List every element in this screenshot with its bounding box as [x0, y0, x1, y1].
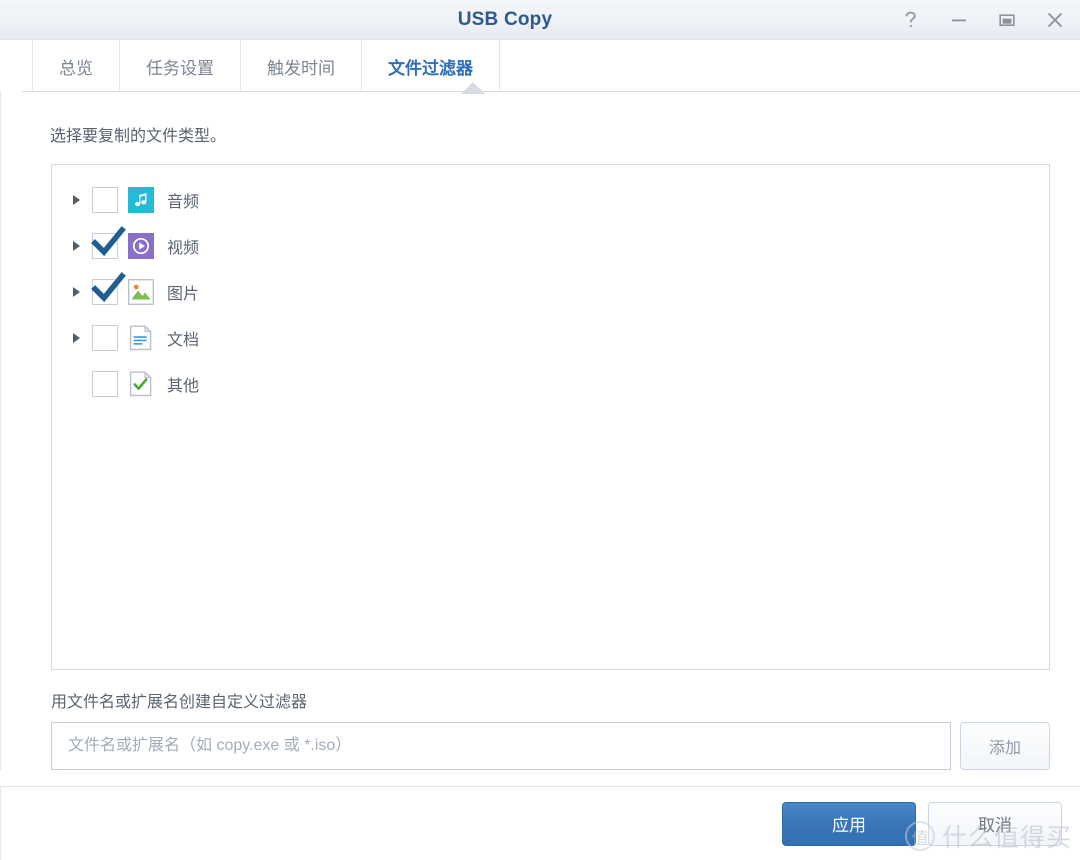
- file-type-row-image[interactable]: 图片: [52, 269, 1049, 315]
- window-controls: [900, 0, 1066, 40]
- close-icon[interactable]: [1044, 9, 1066, 31]
- audio-icon: [128, 187, 154, 213]
- file-type-label-video: 视频: [167, 240, 200, 257]
- custom-filter-label: 用文件名或扩展名创建自定义过滤器: [51, 694, 308, 711]
- apply-button[interactable]: 应用: [782, 801, 916, 846]
- minimize-icon[interactable]: [948, 9, 970, 31]
- expand-arrow-icon[interactable]: [66, 194, 92, 206]
- file-type-row-video[interactable]: 视频: [52, 223, 1049, 269]
- tab-trigger-time-label: 触发时间: [267, 58, 335, 78]
- file-type-row-document[interactable]: 文档: [52, 315, 1049, 361]
- custom-filter-input[interactable]: [51, 722, 951, 770]
- file-type-list: 音频 视频 图片 文档 其他: [51, 164, 1050, 670]
- tab-trigger-time[interactable]: 触发时间: [240, 40, 361, 92]
- tab-task-settings[interactable]: 任务设置: [119, 40, 240, 92]
- usb-copy-window: USB Copy 总览 任务设置 触发时间 文件过滤器 选择要复制的文件类型。 …: [0, 0, 1080, 860]
- active-tab-caret: [461, 82, 485, 94]
- file-type-label-audio: 音频: [167, 194, 200, 211]
- file-type-label-other: 其他: [167, 378, 200, 395]
- tab-file-filter-label: 文件过滤器: [388, 58, 473, 78]
- checkbox-image[interactable]: [91, 272, 126, 305]
- help-icon[interactable]: [900, 9, 922, 31]
- tab-overview[interactable]: 总览: [32, 40, 119, 92]
- checkbox-other[interactable]: [92, 371, 118, 397]
- instruction-text: 选择要复制的文件类型。: [50, 128, 227, 145]
- file-type-label-image: 图片: [167, 286, 200, 303]
- file-type-row-audio[interactable]: 音频: [52, 177, 1049, 223]
- checkbox-audio[interactable]: [92, 187, 118, 213]
- checkmark-icon: [91, 272, 126, 303]
- title-bar: USB Copy: [0, 0, 1080, 40]
- custom-filter-row: 添加: [51, 722, 1050, 770]
- checkbox-video[interactable]: [91, 226, 126, 259]
- content-area: 选择要复制的文件类型。 音频 视频 图片 文档 其他 用文件名或扩展名创建自定义…: [0, 92, 1080, 770]
- checkmark-icon: [91, 226, 126, 257]
- expand-arrow-icon[interactable]: [66, 332, 92, 344]
- window-title: USB Copy: [457, 8, 553, 30]
- tab-overview-label: 总览: [59, 58, 93, 78]
- document-icon: [128, 325, 154, 351]
- expand-arrow-placeholder: [66, 378, 92, 390]
- add-filter-button[interactable]: 添加: [960, 722, 1050, 770]
- tab-list: 总览 任务设置 触发时间 文件过滤器: [32, 40, 500, 92]
- video-icon: [128, 233, 154, 259]
- file-type-label-document: 文档: [167, 332, 200, 349]
- image-icon: [128, 279, 154, 305]
- tab-task-settings-label: 任务设置: [146, 58, 214, 78]
- maximize-icon[interactable]: [996, 9, 1018, 31]
- other-file-icon: [128, 371, 154, 397]
- file-type-row-other[interactable]: 其他: [52, 361, 1049, 407]
- checkbox-document[interactable]: [92, 325, 118, 351]
- dialog-footer: 应用 取消 值 什么值得买: [0, 786, 1080, 860]
- tab-bar: 总览 任务设置 触发时间 文件过滤器: [0, 40, 1080, 94]
- cancel-button[interactable]: 取消: [928, 801, 1062, 846]
